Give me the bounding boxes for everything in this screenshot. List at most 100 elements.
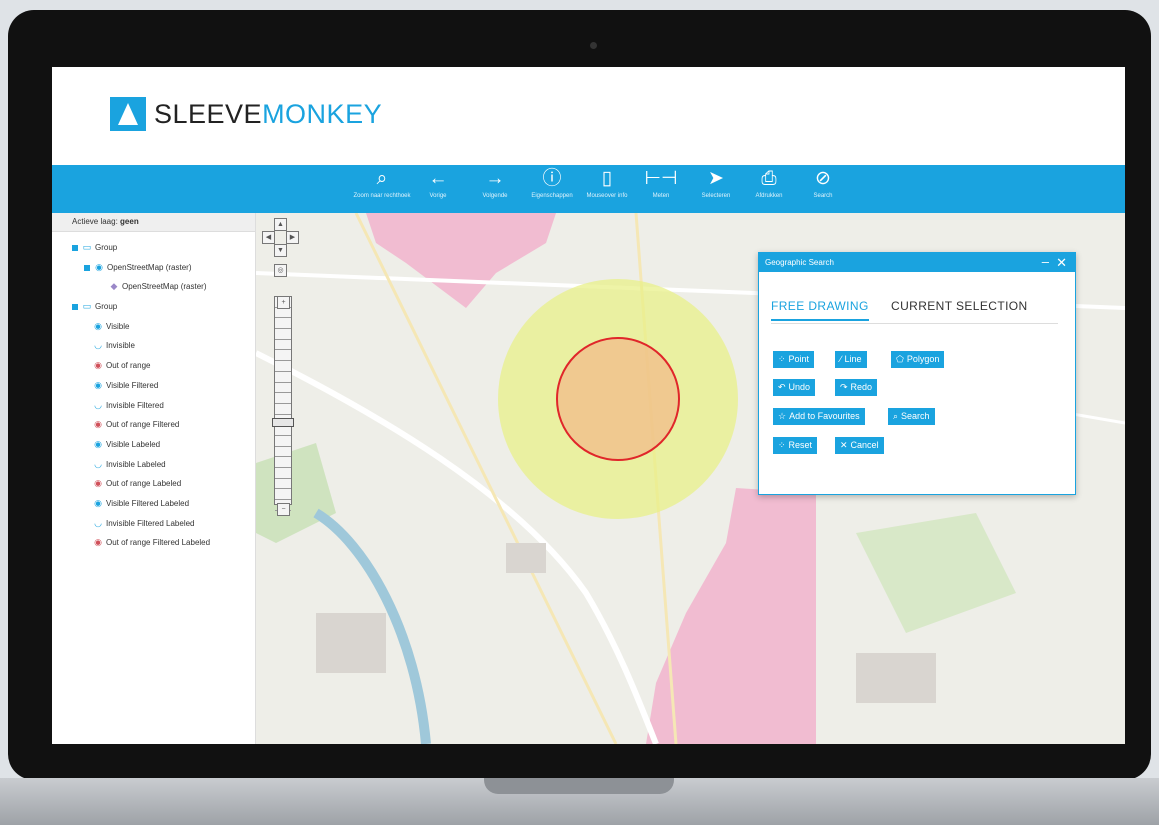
search-tool-button[interactable]: ⊘ Search xyxy=(793,168,853,199)
pan-left-button[interactable]: ◀ xyxy=(262,231,275,244)
out-of-range-icon: ◉ xyxy=(94,360,102,371)
eye-icon: ◉ xyxy=(95,261,103,272)
eye-filter-icon: ◉ xyxy=(94,379,102,390)
previous-button[interactable]: ← Vorige xyxy=(408,168,468,199)
eye-closed-label-icon: ◡ xyxy=(94,458,102,469)
eye-filter-label-icon: ◉ xyxy=(94,497,102,508)
search-icon: ⌕ xyxy=(893,411,899,421)
building xyxy=(506,543,546,573)
tree-layer[interactable]: ◉ Visible Filtered xyxy=(52,376,255,396)
star-icon: ☆ xyxy=(778,411,787,421)
logo-mark-icon xyxy=(110,97,146,131)
reset-button[interactable]: ⁘ Reset xyxy=(773,437,818,454)
polygon-button[interactable]: ⬠ Polygon xyxy=(891,351,945,368)
zoom-slider[interactable] xyxy=(274,296,292,511)
measure-button[interactable]: ⊢⊣ Meten xyxy=(631,168,691,199)
layer-sidebar: Actieve laag: geen ▭ Group ◉ OpenStreetMap… xyxy=(52,213,256,744)
tree-layer[interactable]: ◆ OpenStreetMap (raster) xyxy=(52,277,255,297)
geographic-search-panel: Geographic Search – ✕ FREE DRAWING CURRE… xyxy=(758,252,1076,495)
properties-button[interactable]: ⓘ Eigenschappen xyxy=(522,168,582,199)
tree-layer[interactable]: ◉ Out of range xyxy=(52,356,255,376)
out-of-range-label-icon: ◉ xyxy=(94,478,102,489)
tree-layer[interactable]: ◉ Out of range Filtered Labeled xyxy=(52,533,255,553)
tab-current-selection[interactable]: CURRENT SELECTION xyxy=(891,299,1028,313)
point-button[interactable]: ⁘ Point xyxy=(773,351,815,368)
brand-name-part1: SLEEVE xyxy=(154,98,263,129)
out-of-range-filter-icon: ◉ xyxy=(94,419,102,430)
reset-icon: ⁘ xyxy=(778,440,786,450)
select-button[interactable]: ➤ Selecteren xyxy=(686,168,746,199)
tree-layer[interactable]: ◉ Visible xyxy=(52,317,255,337)
mouse-icon: ▯ xyxy=(601,168,613,189)
tree-layer[interactable]: ◉ Visible Filtered Labeled xyxy=(52,494,255,514)
printer-icon: ⎙ xyxy=(761,168,777,189)
laptop-bezel: SLEEVE MONKEY ⌕ Zoom naar rechthoek ← Vorig… xyxy=(8,10,1151,780)
active-layer-label: Actieve laag: geen xyxy=(52,213,255,232)
redo-icon: ↷ xyxy=(840,382,848,392)
redo-button[interactable]: ↷ Redo xyxy=(835,379,878,396)
checkbox-icon[interactable] xyxy=(72,303,78,310)
folder-icon: ▭ xyxy=(82,242,92,252)
tree-layer[interactable]: ◉ Out of range Labeled xyxy=(52,474,255,494)
point-icon: ⁘ xyxy=(778,354,786,364)
drawn-circle xyxy=(556,337,680,461)
zoom-rectangle-button[interactable]: ⌕ Zoom naar rechthoek xyxy=(352,168,412,199)
line-button[interactable]: ∕ Line xyxy=(835,351,867,368)
undo-icon: ↶ xyxy=(778,382,786,392)
eye-closed-icon: ◡ xyxy=(94,340,102,351)
tree-layer[interactable]: ◉ OpenStreetMap (raster) xyxy=(52,258,255,278)
polygon-icon: ⬠ xyxy=(896,354,904,364)
tree-layer[interactable]: ◡ Invisible Filtered xyxy=(52,396,255,416)
app-screen: SLEEVE MONKEY ⌕ Zoom naar rechthoek ← Vorig… xyxy=(52,67,1125,744)
folder-icon: ▭ xyxy=(82,301,92,312)
laptop-notch xyxy=(484,778,674,794)
panel-tabs: FREE DRAWING CURRENT SELECTION xyxy=(771,299,1058,324)
mouseover-info-button[interactable]: ▯ Mouseover info xyxy=(577,168,637,199)
eye-closed-filter-label-icon: ◡ xyxy=(94,517,102,528)
map-toolbar: ⌕ Zoom naar rechthoek ← Vorige → Volgende ⓘ… xyxy=(52,165,1125,213)
tree-layer[interactable]: ◡ Invisible Labeled xyxy=(52,455,255,475)
zoom-center-button[interactable]: ◎ xyxy=(274,264,287,277)
ruler-icon: ⊢⊣ xyxy=(644,168,678,189)
search-button[interactable]: ⌕ Search xyxy=(888,408,935,425)
building xyxy=(316,613,386,673)
arrow-right-icon: → xyxy=(485,168,505,189)
minimize-icon[interactable]: – xyxy=(1042,253,1049,270)
undo-button[interactable]: ↶ Undo xyxy=(773,379,816,396)
info-icon: ⓘ xyxy=(542,168,562,189)
pan-right-button[interactable]: ▶ xyxy=(286,231,299,244)
eye-closed-filter-icon: ◡ xyxy=(94,399,102,410)
add-to-favourites-button[interactable]: ☆ Add to Favourites xyxy=(773,408,865,425)
checkbox-icon[interactable] xyxy=(84,264,90,271)
cancel-icon: ✕ xyxy=(840,440,848,450)
pan-down-button[interactable]: ▼ xyxy=(274,244,287,257)
app-header: SLEEVE MONKEY xyxy=(52,67,1125,165)
next-button[interactable]: → Volgende xyxy=(465,168,525,199)
tree-layer[interactable]: ◉ Visible Labeled xyxy=(52,435,255,455)
magnifier-icon: ⌕ xyxy=(376,168,388,189)
tree-group[interactable]: ▭ Group xyxy=(52,238,255,258)
brand-logo: SLEEVE MONKEY xyxy=(110,97,382,131)
out-of-range-filter-label-icon: ◉ xyxy=(94,537,102,548)
print-button[interactable]: ⎙ Afdrukken xyxy=(739,168,799,199)
close-icon[interactable]: ✕ xyxy=(1056,253,1067,272)
tab-free-drawing[interactable]: FREE DRAWING xyxy=(771,299,869,321)
tree-layer[interactable]: ◡ Invisible Filtered Labeled xyxy=(52,514,255,534)
tree-group[interactable]: ▭ Group xyxy=(52,297,255,317)
eye-icon: ◉ xyxy=(94,320,102,331)
layer-icon: ◆ xyxy=(110,281,118,292)
panel-header: Geographic Search – ✕ xyxy=(759,253,1075,272)
zoom-in-button[interactable]: + xyxy=(277,296,290,309)
tree-layer[interactable]: ◉ Out of range Filtered xyxy=(52,415,255,435)
tree-layer[interactable]: ◡ Invisible xyxy=(52,336,255,356)
checkbox-icon[interactable] xyxy=(72,244,78,251)
zoom-slider-thumb[interactable] xyxy=(272,418,294,427)
building xyxy=(856,653,936,703)
zoom-out-button[interactable]: − xyxy=(277,503,290,516)
pan-up-button[interactable]: ▲ xyxy=(274,218,287,231)
compass-icon: ⊘ xyxy=(815,168,831,189)
cancel-button[interactable]: ✕ Cancel xyxy=(835,437,884,454)
camera-dot xyxy=(590,42,597,49)
laptop-base xyxy=(0,778,1159,825)
eye-label-icon: ◉ xyxy=(94,438,102,449)
